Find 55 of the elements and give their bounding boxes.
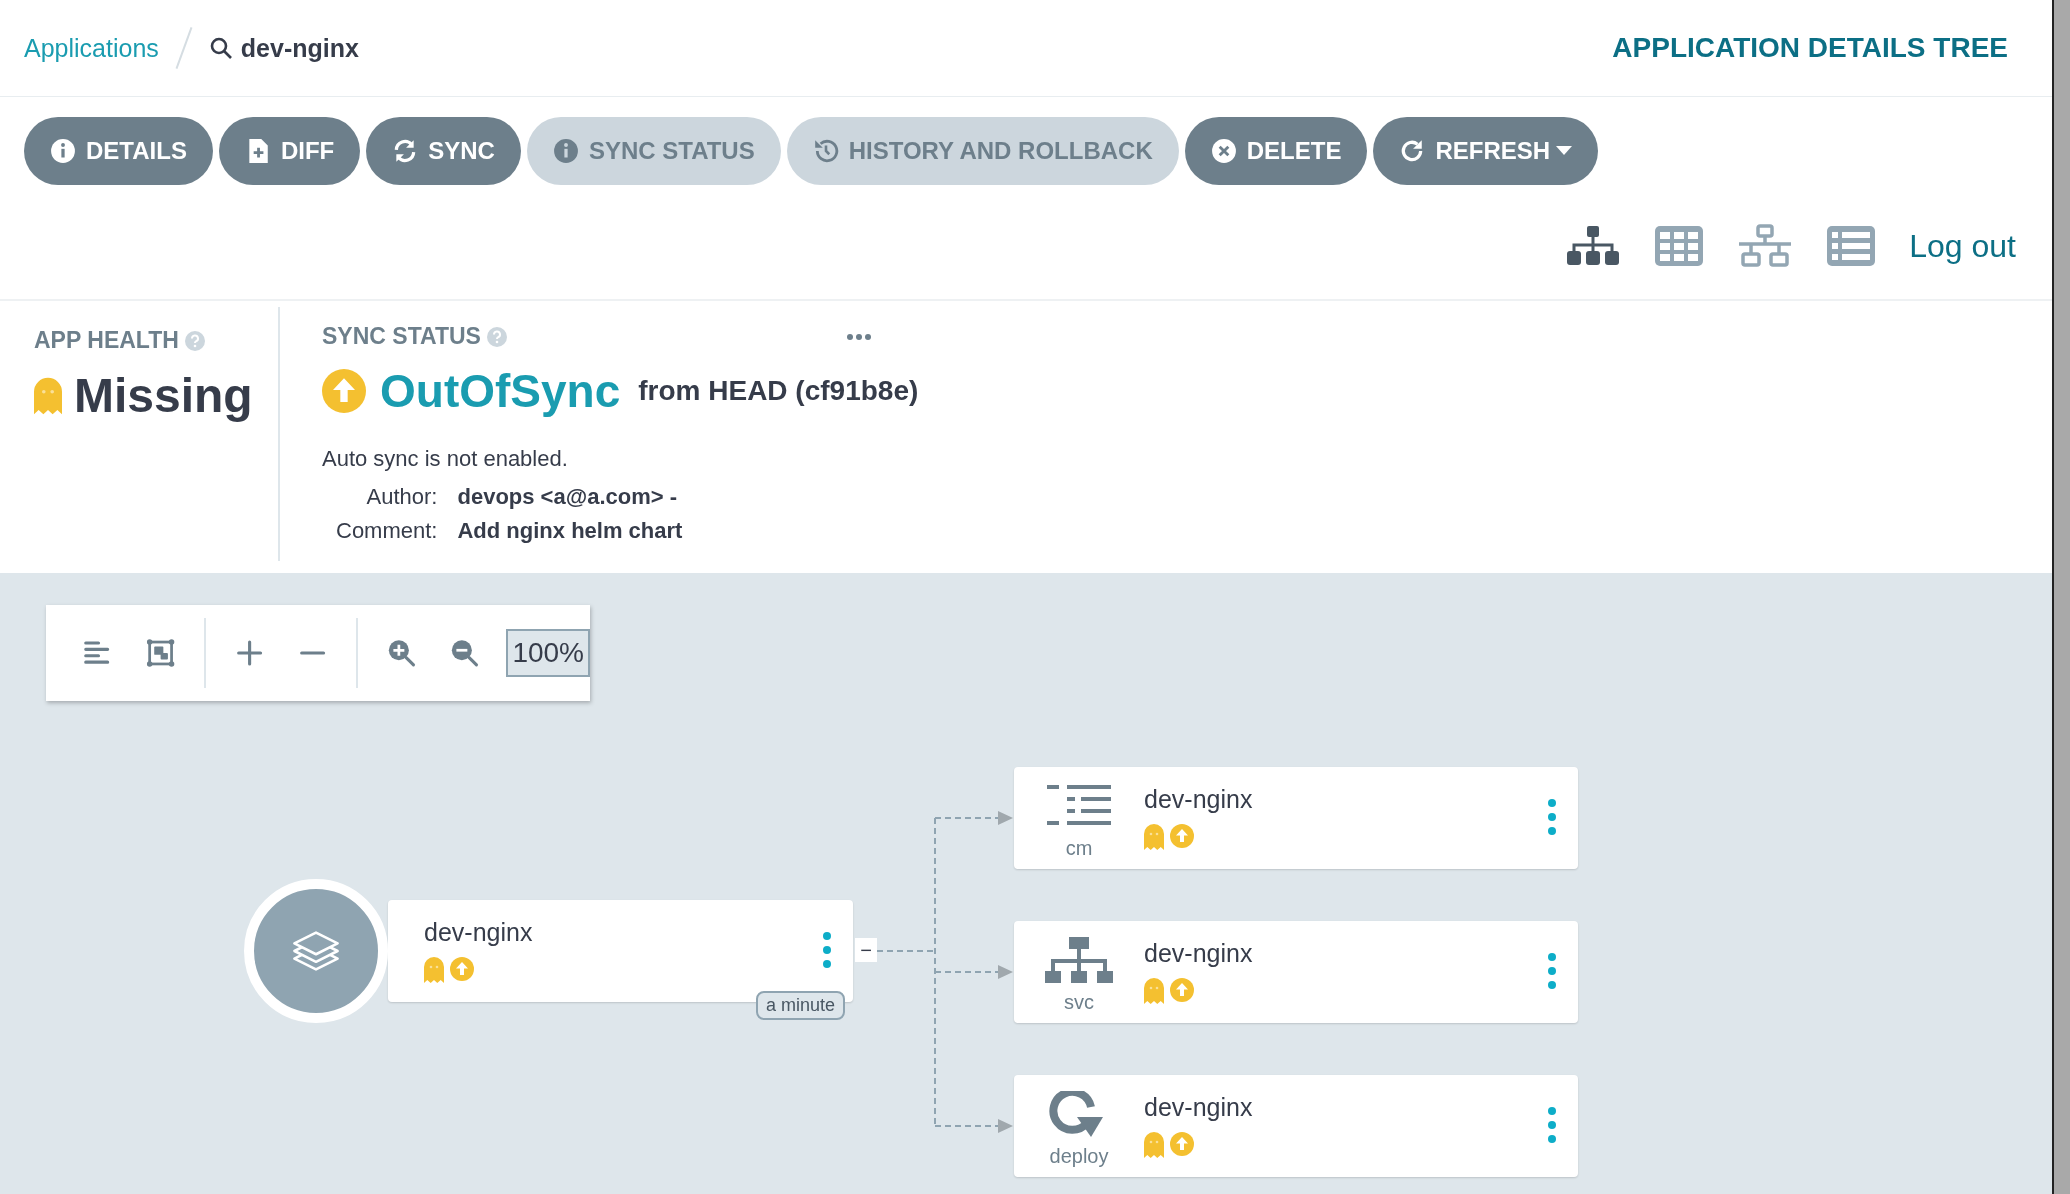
network-icon[interactable]: [1737, 223, 1794, 269]
app-health-label: APP HEALTH: [34, 327, 179, 354]
resource-node-card[interactable]: cm dev-nginx: [1014, 767, 1578, 869]
resource-kind-label: svc: [1064, 991, 1094, 1013]
search-icon: [208, 36, 233, 60]
logout-link[interactable]: Log out: [1909, 227, 2016, 265]
sync-status-value: OutOfSync: [380, 364, 621, 418]
info-icon: [50, 138, 76, 164]
action-button[interactable]: REFRESH: [1373, 117, 1599, 185]
ghost-icon: [1144, 1132, 1164, 1158]
zoom-level-field[interactable]: 100%: [506, 629, 590, 677]
ghost-icon: [1144, 978, 1164, 1004]
close-circle-icon: [1210, 138, 1237, 164]
resource-node-card[interactable]: deploy dev-nginx: [1014, 1075, 1578, 1177]
detail-value: Add nginx helm chart: [457, 518, 683, 544]
action-button[interactable]: DELETE: [1184, 117, 1368, 185]
auto-sync-note: Auto sync is not enabled.: [322, 446, 569, 472]
action-button[interactable]: DETAILS: [24, 117, 213, 185]
node-name: dev-nginx: [1144, 939, 1253, 968]
detail-value: devops <a@a.com> -: [457, 484, 679, 510]
help-icon[interactable]: [184, 330, 205, 351]
ghost-icon: [34, 376, 62, 415]
node-name: dev-nginx: [424, 918, 533, 947]
more-vertical-icon[interactable]: [1548, 799, 1556, 835]
collapse-button[interactable]: −: [855, 938, 877, 962]
detail-label: Author:: [365, 484, 438, 510]
ghost-icon: [1144, 824, 1164, 850]
breadcrumb-current: dev-nginx: [240, 33, 359, 63]
more-vertical-icon[interactable]: [1548, 953, 1556, 989]
node-name: dev-nginx: [1144, 1093, 1253, 1122]
history-icon: [812, 138, 839, 164]
arrow-up-circle-icon: [450, 957, 474, 981]
arrow-up-circle-icon: [322, 369, 366, 413]
arrow-up-circle-icon: [1170, 978, 1194, 1002]
action-button[interactable]: DIFF: [218, 117, 361, 185]
resource-kind-label: deploy: [1049, 1145, 1109, 1167]
sync-status-label: SYNC STATUS: [322, 323, 481, 350]
ghost-icon: [424, 957, 444, 983]
more-icon[interactable]: [846, 332, 872, 341]
action-button[interactable]: SYNC: [366, 117, 521, 185]
arrow-up-circle-icon: [1170, 1132, 1194, 1156]
node-name: dev-nginx: [1144, 785, 1253, 814]
health-status: Missing: [74, 368, 253, 423]
more-vertical-icon[interactable]: [823, 932, 831, 968]
resource-node-card[interactable]: svc dev-nginx: [1014, 921, 1578, 1023]
revision-text: from HEAD (cf91b8e): [638, 375, 919, 407]
help-icon[interactable]: [486, 326, 507, 347]
more-vertical-icon[interactable]: [1548, 1107, 1556, 1143]
arrow-up-circle-icon: [1170, 824, 1194, 848]
breadcrumb-link[interactable]: Applications: [24, 33, 159, 63]
age-label: a minute: [756, 991, 846, 1020]
info-icon: [552, 138, 579, 164]
resource-kind-label: cm: [1065, 837, 1093, 859]
detail-label: Comment:: [335, 518, 438, 544]
page-title: APPLICATION DETAILS TREE: [1612, 32, 2008, 64]
